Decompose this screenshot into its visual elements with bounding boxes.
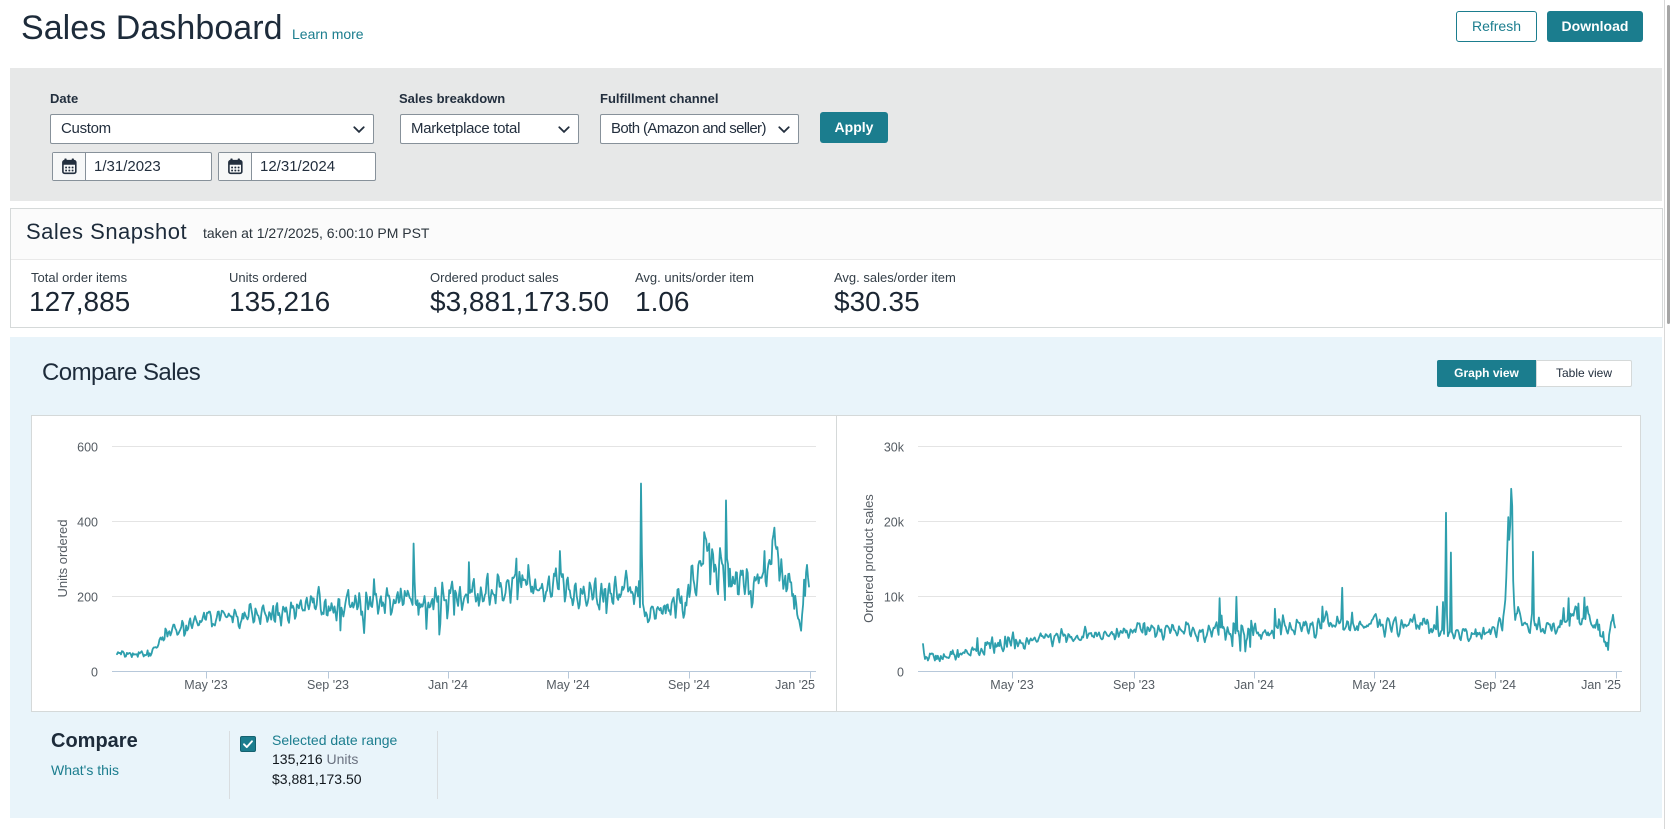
svg-text:May '23: May '23: [184, 678, 227, 692]
svg-text:Jan '24: Jan '24: [1234, 678, 1274, 692]
svg-text:10k: 10k: [884, 591, 905, 605]
svg-text:Sep '23: Sep '23: [307, 678, 349, 692]
svg-text:May '24: May '24: [546, 678, 589, 692]
svg-text:Sep '23: Sep '23: [1113, 678, 1155, 692]
svg-text:200: 200: [77, 591, 98, 605]
svg-text:0: 0: [897, 666, 904, 680]
svg-text:Jan '25: Jan '25: [1581, 678, 1621, 692]
svg-text:May '23: May '23: [990, 678, 1033, 692]
svg-text:Ordered product sales: Ordered product sales: [861, 494, 876, 623]
svg-text:Sep '24: Sep '24: [668, 678, 710, 692]
svg-text:May '24: May '24: [1352, 678, 1395, 692]
svg-text:0: 0: [91, 666, 98, 680]
svg-text:Sep '24: Sep '24: [1474, 678, 1516, 692]
svg-text:Units ordered: Units ordered: [55, 519, 70, 597]
svg-text:Jan '25: Jan '25: [775, 678, 815, 692]
svg-text:30k: 30k: [884, 441, 905, 455]
svg-text:600: 600: [77, 441, 98, 455]
svg-text:400: 400: [77, 516, 98, 530]
svg-text:20k: 20k: [884, 516, 905, 530]
svg-text:Jan '24: Jan '24: [428, 678, 468, 692]
